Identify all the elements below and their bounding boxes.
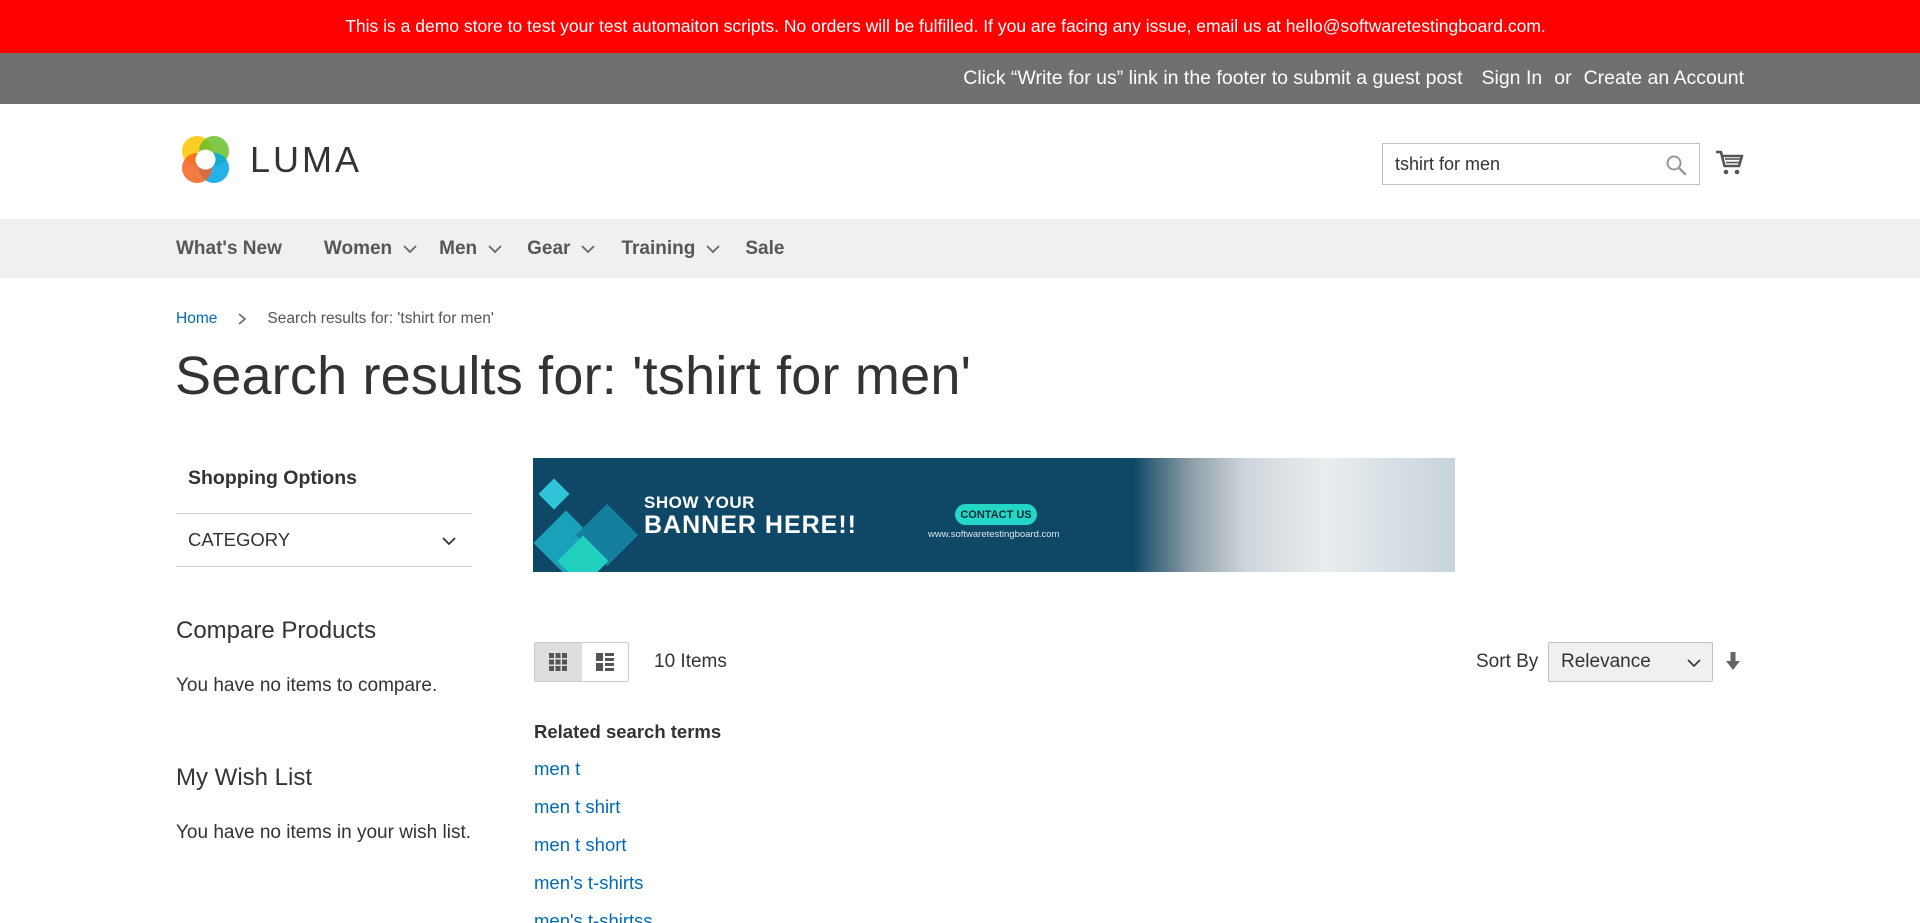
create-account-link[interactable]: Create an Account xyxy=(1584,67,1744,90)
sort-by-value: Relevance xyxy=(1561,651,1651,672)
promo-banner[interactable]: SHOW YOUR BANNER HERE!! CONTACT US www.s… xyxy=(533,458,1455,572)
nav-label: Gear xyxy=(527,237,571,259)
sort-by-label: Sort By xyxy=(1476,651,1539,672)
sort-direction-arrow-icon[interactable] xyxy=(1725,651,1741,671)
related-term-link[interactable]: men t xyxy=(534,758,653,796)
sort-by-select[interactable]: Relevance xyxy=(1548,642,1713,682)
breadcrumb-current: Search results for: 'tshirt for men' xyxy=(267,310,494,327)
nav-item-women[interactable]: Women xyxy=(324,238,418,260)
search-input[interactable] xyxy=(1395,153,1655,175)
page-title: Search results for: 'tshirt for men' xyxy=(175,346,972,406)
nav-item-gear[interactable]: Gear xyxy=(527,238,596,260)
breadcrumb-home-link[interactable]: Home xyxy=(176,310,217,328)
banner-line-2: BANNER HERE!! xyxy=(644,511,857,539)
header-panel: Click “Write for us” link in the footer … xyxy=(0,53,1920,104)
wishlist-empty: You have no items in your wish list. xyxy=(176,822,472,843)
compare-products-empty: You have no items to compare. xyxy=(176,675,438,696)
sign-in-link[interactable]: Sign In xyxy=(1482,67,1543,90)
handshake-photo xyxy=(1133,458,1455,572)
nav-label: Training xyxy=(621,237,696,259)
nav-item-training[interactable]: Training xyxy=(621,238,721,260)
items-count: 10 Items xyxy=(654,651,727,672)
search-icon[interactable] xyxy=(1665,154,1687,176)
wishlist-title: My Wish List xyxy=(176,764,313,791)
shopping-options-title: Shopping Options xyxy=(188,467,357,489)
banner-line-1: SHOW YOUR xyxy=(644,493,755,512)
luma-logo[interactable]: LUMA xyxy=(177,131,362,188)
grid-icon xyxy=(549,653,568,671)
nav-label: What's New xyxy=(176,237,282,259)
nav-label: Men xyxy=(439,237,478,259)
chevron-down-icon xyxy=(1687,659,1701,668)
chevron-down-icon xyxy=(488,244,502,253)
main-nav: What's New Women Men Gear Training Sale xyxy=(0,219,1920,278)
related-terms-list: men t men t shirt men t short men's t-sh… xyxy=(534,758,653,923)
grid-view-button[interactable] xyxy=(535,643,582,681)
view-mode-switcher xyxy=(534,642,629,682)
luma-logo-icon xyxy=(182,136,229,183)
demo-notice-bar: This is a demo store to test your test a… xyxy=(0,0,1920,53)
demo-notice-text: This is a demo store to test your test a… xyxy=(345,16,1546,36)
chevron-down-icon xyxy=(581,244,596,253)
nav-label: Women xyxy=(323,237,393,259)
related-term-link[interactable]: men t short xyxy=(534,834,653,872)
chevron-down-icon xyxy=(403,244,417,253)
banner-contact-button[interactable]: CONTACT US xyxy=(955,504,1037,525)
related-terms-title: Related search terms xyxy=(534,721,722,742)
search-box[interactable] xyxy=(1382,143,1700,185)
compare-products-title: Compare Products xyxy=(176,617,377,644)
chevron-down-icon xyxy=(442,537,456,546)
guest-post-promo: Click “Write for us” link in the footer … xyxy=(963,67,1463,89)
breadcrumb: Home Search results for: 'tshirt for men… xyxy=(176,310,494,328)
category-filter-label: CATEGORY xyxy=(188,529,291,550)
related-term-link[interactable]: men's t-shirts xyxy=(534,872,653,910)
chevron-down-icon xyxy=(706,244,720,253)
nav-item-whats-new[interactable]: What's New xyxy=(176,238,282,260)
list-icon xyxy=(595,653,614,671)
nav-item-men[interactable]: Men xyxy=(439,238,503,260)
category-filter[interactable]: CATEGORY xyxy=(176,513,472,567)
banner-url: www.softwaretestingboard.com xyxy=(928,529,1060,540)
related-term-link[interactable]: men t shirt xyxy=(534,796,653,834)
nav-label: Sale xyxy=(745,237,785,259)
cart-icon[interactable] xyxy=(1715,147,1745,177)
or-separator: or xyxy=(1554,67,1572,89)
logo-wordmark: LUMA xyxy=(250,138,363,180)
list-view-button[interactable] xyxy=(582,643,629,681)
chevron-right-icon xyxy=(238,313,247,325)
nav-item-sale[interactable]: Sale xyxy=(745,238,784,260)
related-term-link[interactable]: men's t-shirtss xyxy=(534,910,653,923)
